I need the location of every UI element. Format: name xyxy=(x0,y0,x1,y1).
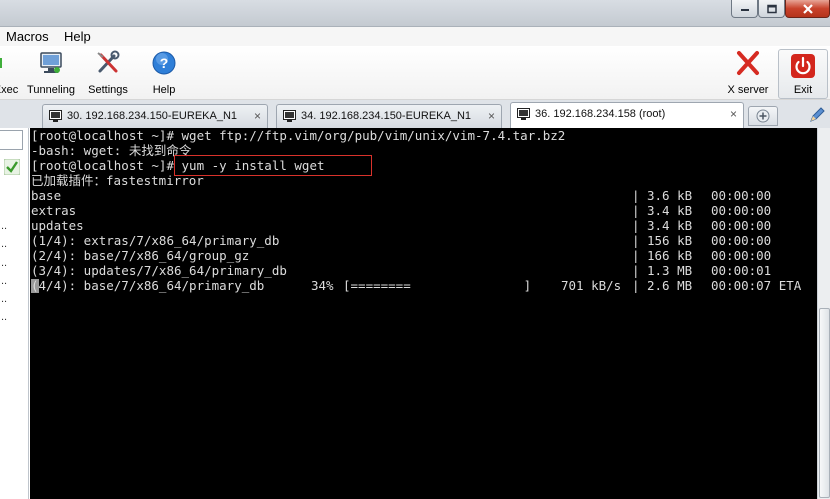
sidebar-search-input[interactable] xyxy=(0,130,23,150)
column-separator: | xyxy=(632,248,640,263)
column-separator: | xyxy=(632,218,640,233)
column-separator: | xyxy=(632,188,640,203)
exec-icon xyxy=(0,58,2,68)
repo-size: 3.4 kB xyxy=(647,203,693,218)
repo-name: base xyxy=(31,188,62,203)
sidebar-ellipsis[interactable]: .. xyxy=(1,220,7,232)
x-server-icon xyxy=(737,51,759,75)
repo-time: 00:00:00 xyxy=(711,248,772,263)
column-separator: | xyxy=(632,278,640,293)
terminal-line: -bash: wget: 未找到命令 xyxy=(31,143,192,158)
menu-bar: Macros Help xyxy=(0,27,830,46)
settings-tools-icon xyxy=(97,50,120,73)
maximize-icon xyxy=(766,4,777,13)
menu-macros[interactable]: Macros xyxy=(6,29,49,44)
tab-session-34[interactable]: 34. 192.168.234.150-EUREKA_N1 × xyxy=(276,104,502,128)
new-tab-button[interactable] xyxy=(748,106,778,126)
download-speed: 701 kB/s xyxy=(561,278,622,293)
repo-name: (1/4): extras/7/x86_64/primary_db xyxy=(31,233,280,248)
repo-time: 00:00:00 xyxy=(711,203,772,218)
session-tab-bar: 30. 192.168.234.150-EUREKA_N1 × 34. 192.… xyxy=(0,100,830,128)
repo-size: 166 kB xyxy=(647,248,693,263)
check-icon xyxy=(4,159,20,175)
tab-session-30[interactable]: 30. 192.168.234.150-EUREKA_N1 × xyxy=(42,104,268,128)
toolbar: Exec Tunneling Settings ? Help xyxy=(0,46,830,100)
terminal-line: [root@localhost ~]# wget ftp://ftp.vim/o… xyxy=(31,128,566,143)
repo-time: 00:00:01 xyxy=(711,263,772,278)
sidebar-ellipsis[interactable]: .. xyxy=(1,238,7,250)
download-eta: 00:00:07 ETA xyxy=(711,278,802,293)
terminal-tab-icon xyxy=(49,110,62,122)
terminal-scrollbar[interactable] xyxy=(817,128,830,499)
command-highlight-box xyxy=(174,155,372,176)
plus-icon xyxy=(756,109,770,123)
download-progress-bar: [======== ] xyxy=(343,278,532,293)
repo-size: 3.4 kB xyxy=(647,218,693,233)
sidebar-ellipsis[interactable]: .. xyxy=(1,257,7,269)
terminal-tab-icon xyxy=(283,110,296,122)
repo-time: 00:00:00 xyxy=(711,188,772,203)
repo-time: 00:00:00 xyxy=(711,233,772,248)
column-separator: | xyxy=(632,263,640,278)
x-server-button[interactable]: X server xyxy=(722,50,774,98)
tab-session-36[interactable]: 36. 192.168.234.158 (root) × xyxy=(510,102,744,128)
pen-icon[interactable] xyxy=(808,106,826,124)
sidebar-ellipsis[interactable]: .. xyxy=(1,311,7,323)
tab-close-icon[interactable]: × xyxy=(254,109,261,123)
window-title-bar xyxy=(0,0,830,27)
column-separator: | xyxy=(632,233,640,248)
repo-size: 156 kB xyxy=(647,233,693,248)
repo-size: 1.3 MB xyxy=(647,263,693,278)
repo-time: 00:00:00 xyxy=(711,218,772,233)
tunneling-button[interactable]: Tunneling xyxy=(26,50,76,98)
download-percent: 34% xyxy=(311,278,334,293)
scrollbar-thumb[interactable] xyxy=(819,308,830,498)
help-icon: ? xyxy=(152,51,176,75)
svg-text:?: ? xyxy=(160,55,169,71)
download-size: 2.6 MB xyxy=(647,278,693,293)
repo-name: updates xyxy=(31,218,84,233)
minimize-icon xyxy=(740,8,749,11)
exec-button[interactable]: Exec xyxy=(0,50,22,98)
tab-close-icon[interactable]: × xyxy=(488,109,495,123)
minimize-button[interactable] xyxy=(731,0,758,18)
menu-help[interactable]: Help xyxy=(64,29,91,44)
sidebar-ellipsis[interactable]: .. xyxy=(1,293,7,305)
sidebar-ellipsis[interactable]: .. xyxy=(1,275,7,287)
close-icon xyxy=(802,3,813,14)
exit-button[interactable]: Exit xyxy=(778,49,828,99)
terminal-output[interactable]: [root@localhost ~]# wget ftp://ftp.vim/o… xyxy=(30,128,817,499)
help-button[interactable]: ? Help xyxy=(144,50,184,98)
repo-name: extras xyxy=(31,203,77,218)
settings-button[interactable]: Settings xyxy=(86,50,130,98)
left-sidebar: .. .. .. .. .. .. xyxy=(0,128,29,499)
maximize-button[interactable] xyxy=(758,0,785,18)
tab-close-icon[interactable]: × xyxy=(730,107,737,121)
download-name: (4/4): base/7/x86_64/primary_db xyxy=(31,278,265,293)
monitor-icon xyxy=(40,52,62,73)
close-window-button[interactable] xyxy=(785,0,830,18)
power-icon xyxy=(791,54,815,78)
repo-name: (2/4): base/7/x86_64/group_gz xyxy=(31,248,250,263)
repo-name: (3/4): updates/7/x86_64/primary_db xyxy=(31,263,287,278)
column-separator: | xyxy=(632,203,640,218)
terminal-tab-icon xyxy=(517,108,530,120)
repo-size: 3.6 kB xyxy=(647,188,693,203)
